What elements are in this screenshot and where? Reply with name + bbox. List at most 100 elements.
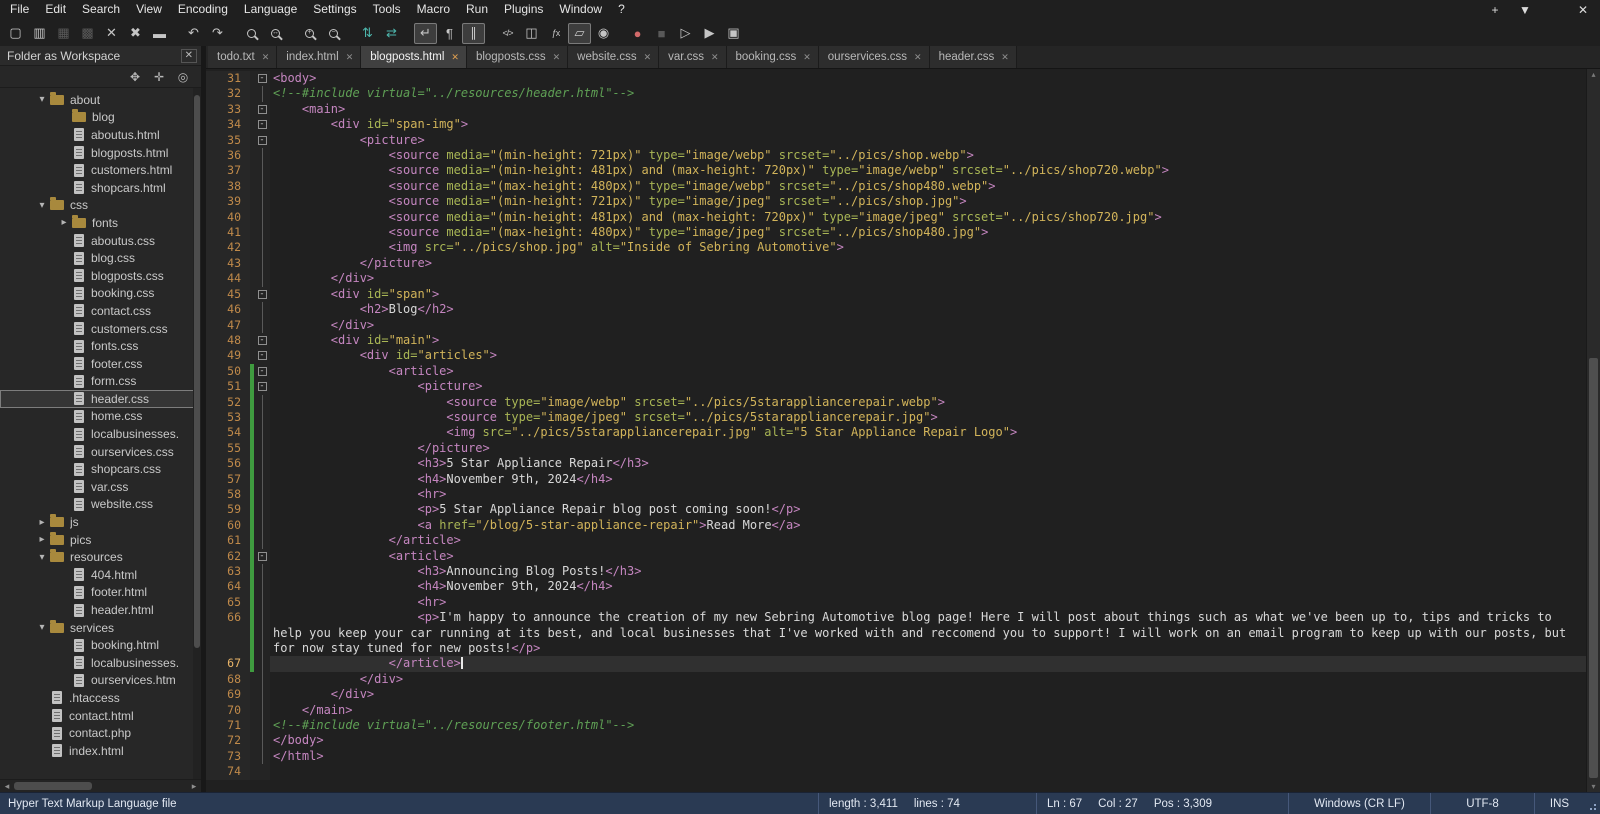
fold-collapse-icon[interactable]: -: [257, 289, 267, 299]
tree-item-resources[interactable]: ▾ resources: [0, 548, 201, 566]
tree-item-htaccess[interactable]: .htaccess: [0, 689, 201, 707]
show-indent-guide-icon[interactable]: ∥: [462, 22, 485, 44]
fold-margin[interactable]: [254, 687, 270, 703]
code-text[interactable]: <div id="articles">: [270, 348, 1586, 363]
fold-margin[interactable]: [254, 533, 270, 549]
line-number[interactable]: 49: [206, 348, 250, 364]
tree-hscroll-thumb[interactable]: [14, 782, 92, 790]
code-text[interactable]: <h2>Blog</h2>: [270, 302, 1586, 317]
tree-item-services[interactable]: ▾ services: [0, 619, 201, 637]
redo-icon[interactable]: ↷: [206, 23, 229, 44]
menu-item-edit[interactable]: Edit: [37, 0, 74, 20]
code-text[interactable]: </div>: [270, 271, 1586, 286]
tab-close-icon[interactable]: ✕: [262, 52, 270, 63]
tree-item-contact-css[interactable]: contact.css: [0, 302, 201, 320]
code-text[interactable]: <main>: [270, 102, 1586, 117]
tab-website-css[interactable]: website.css ✕: [568, 46, 660, 68]
line-number[interactable]: 53: [206, 409, 250, 426]
fold-margin[interactable]: [254, 194, 270, 210]
code-text[interactable]: <!--#include virtual="../resources/heade…: [270, 86, 1586, 101]
fold-margin[interactable]: [254, 564, 270, 580]
tree-horizontal-scrollbar[interactable]: ◂ ▸: [0, 779, 201, 792]
macro-run-multiple-icon[interactable]: ▶: [698, 23, 721, 44]
tab-blogposts-css[interactable]: blogposts.css ✕: [466, 46, 569, 68]
line-number[interactable]: 70: [206, 702, 250, 719]
fold-collapse-icon[interactable]: -: [257, 120, 267, 130]
fold-margin[interactable]: [254, 240, 270, 256]
tree-item-aboutus-css[interactable]: aboutus.css: [0, 232, 201, 250]
replace-icon[interactable]: ↔: [264, 23, 287, 44]
code-text[interactable]: </html>: [270, 749, 1586, 764]
tree-item-404-html[interactable]: 404.html: [0, 566, 201, 584]
tab-todo-txt[interactable]: todo.txt ✕: [208, 46, 278, 68]
menu-item-encoding[interactable]: Encoding: [170, 0, 236, 20]
tree-item-localbusinesses[interactable]: localbusinesses.: [0, 654, 201, 672]
code-text[interactable]: <div id="main">: [270, 333, 1586, 348]
fold-margin[interactable]: [254, 163, 270, 179]
line-number[interactable]: 71: [206, 718, 250, 734]
undo-icon[interactable]: ↶: [182, 23, 205, 44]
fold-margin[interactable]: [254, 610, 270, 657]
code-text[interactable]: [270, 764, 1586, 779]
chevron-down-icon[interactable]: ▾: [34, 552, 50, 563]
expand-all-icon[interactable]: ✛: [149, 68, 169, 86]
tree-item-home-css[interactable]: home.css: [0, 408, 201, 426]
menu-item-help[interactable]: ?: [610, 0, 633, 20]
tree-item-form-css[interactable]: form.css: [0, 373, 201, 391]
fold-collapse-icon[interactable]: -: [257, 551, 267, 561]
function-list-icon[interactable]: ƒx: [544, 23, 567, 44]
tree-item-header-html[interactable]: header.html: [0, 601, 201, 619]
line-number[interactable]: 42: [206, 240, 250, 256]
fold-margin[interactable]: [254, 255, 270, 272]
tab-var-css[interactable]: var.css ✕: [659, 46, 727, 68]
fold-collapse-icon[interactable]: -: [257, 104, 267, 114]
fold-margin[interactable]: [254, 271, 270, 287]
line-number[interactable]: 69: [206, 687, 250, 703]
line-number[interactable]: 74: [206, 764, 250, 780]
tree-item-shopcars-html[interactable]: shopcars.html: [0, 179, 201, 197]
line-number[interactable]: 38: [206, 178, 250, 195]
editor-vertical-scrollbar[interactable]: ▴ ▾: [1586, 69, 1600, 792]
fold-margin[interactable]: [254, 579, 270, 595]
line-number[interactable]: 63: [206, 564, 250, 580]
tree-item-aboutus-html[interactable]: aboutus.html: [0, 126, 201, 144]
menu-item-window[interactable]: Window: [551, 0, 610, 20]
code-text[interactable]: <source type="image/webp" srcset="../pic…: [270, 395, 1586, 410]
menu-item-macro[interactable]: Macro: [409, 0, 458, 20]
code-text[interactable]: <article>: [270, 549, 1586, 564]
line-number[interactable]: 73: [206, 748, 250, 765]
tree-item-customers-html[interactable]: customers.html: [0, 161, 201, 179]
tab-header-css[interactable]: header.css ✕: [929, 46, 1017, 68]
fold-margin[interactable]: [254, 225, 270, 241]
tree-item-blog[interactable]: blog: [0, 109, 201, 127]
code-text[interactable]: <p>I'm happy to announce the creation of…: [270, 610, 1586, 656]
menu-item-search[interactable]: Search: [74, 0, 128, 20]
line-number[interactable]: 31: [206, 71, 250, 87]
tree-item-customers-css[interactable]: customers.css: [0, 320, 201, 338]
fold-margin[interactable]: -: [254, 101, 270, 118]
line-number[interactable]: 62: [206, 548, 250, 564]
line-number[interactable]: 58: [206, 486, 250, 503]
tree-item-localbusinesses[interactable]: localbusinesses.: [0, 425, 201, 443]
tree-item-fonts[interactable]: ▸ fonts: [0, 214, 201, 232]
line-number[interactable]: 48: [206, 332, 250, 349]
tab-close-icon[interactable]: ✕: [553, 52, 561, 63]
zoom-in-icon[interactable]: +: [298, 23, 321, 44]
fold-collapse-icon[interactable]: -: [257, 74, 267, 83]
menu-item-plugins[interactable]: Plugins: [496, 0, 551, 20]
fold-margin[interactable]: [254, 764, 270, 780]
zoom-out-icon[interactable]: −: [322, 23, 345, 44]
tree-item-blogposts-css[interactable]: blogposts.css: [0, 267, 201, 285]
code-text[interactable]: <div id="span">: [270, 287, 1586, 302]
tree-item-var-css[interactable]: var.css: [0, 478, 201, 496]
tab-list-icon[interactable]: ▼: [1510, 0, 1540, 20]
tree-item-about[interactable]: ▾ about: [0, 91, 201, 109]
code-text[interactable]: </div>: [270, 672, 1586, 687]
fold-collapse-icon[interactable]: -: [257, 382, 267, 392]
fold-margin[interactable]: [254, 317, 270, 333]
line-number[interactable]: 67: [206, 656, 250, 672]
fold-margin[interactable]: [254, 594, 270, 611]
line-number[interactable]: 47: [206, 317, 250, 333]
code-text[interactable]: <!--#include virtual="../resources/foote…: [270, 718, 1586, 733]
menu-item-language[interactable]: Language: [236, 0, 305, 20]
